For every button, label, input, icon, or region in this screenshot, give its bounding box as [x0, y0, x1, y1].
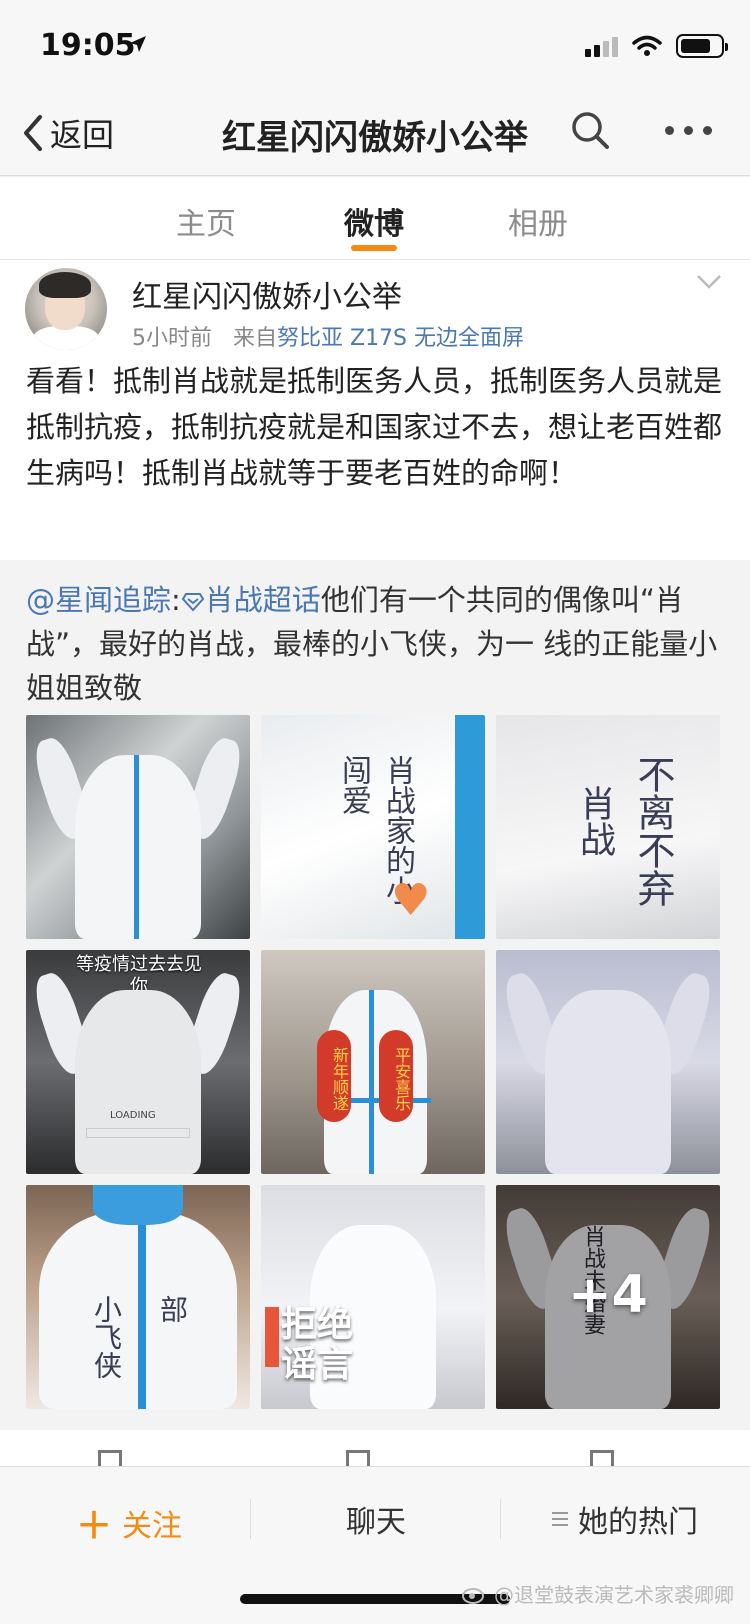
weibo-post: 红星闪闪傲娇小公举 5小时前 来自努比亚 Z17S 无边全面屏 看看！抵制肖战就…	[0, 260, 750, 560]
image-tag: 平安喜乐	[379, 1030, 413, 1122]
post-image-5[interactable]: 新年顺遂 平安喜乐	[261, 950, 485, 1174]
post-text: 看看！抵制肖战就是抵制医务人员，抵制医务人员就是抵制抗疫，抵制抗疫就是和国家过不…	[26, 364, 723, 490]
cellular-signal-icon	[585, 35, 618, 57]
topic-label: 肖战超话	[204, 583, 321, 617]
image-handwriting: 肖战	[574, 785, 615, 857]
post-image-2[interactable]: 肖战家的小闯爱 ♥	[261, 715, 485, 939]
watermark: @退堂鼓表演艺术家裘卿卿	[462, 1579, 734, 1608]
page-title: 红星闪闪傲娇小公举	[222, 118, 528, 158]
weibo-logo-icon	[462, 1587, 484, 1604]
topic-diamond-icon	[181, 593, 205, 612]
image-handwriting: 小飞侠	[90, 1295, 123, 1379]
chat-label: 聊天	[346, 1505, 406, 1540]
post-image-6[interactable]	[496, 950, 720, 1174]
repost-text: @星闻追踪: 肖战超话他们有一个共同的偶像叫“肖战”，最好的肖战，最棒的小飞侠，为…	[26, 578, 726, 710]
tab-home[interactable]: 主页	[176, 199, 236, 243]
watermark-text: @退堂鼓表演艺术家裘卿卿	[494, 1583, 734, 1607]
post-image-3[interactable]: 肖战 不离不弃	[496, 715, 720, 939]
image-tag: 新年顺遂	[317, 1030, 351, 1122]
post-user-name[interactable]: 红星闪闪傲娇小公举	[132, 272, 402, 316]
her-hot-posts-button[interactable]: 她的热门	[552, 1497, 698, 1541]
image-grid: 肖战家的小闯爱 ♥ 肖战 不离不弃 等疫情过去去见你 LOADING 新年顺遂 …	[26, 715, 726, 1409]
list-icon	[552, 1512, 568, 1526]
navigation-bar: 返回 红星闪闪傲娇小公举	[0, 90, 750, 176]
post-source[interactable]: 努比亚 Z17S 无边全面屏	[277, 326, 524, 351]
post-image-9[interactable]: 肖战未婚妻 +4	[496, 1185, 720, 1409]
tab-album[interactable]: 相册	[508, 199, 568, 243]
chevron-down-icon[interactable]	[696, 274, 722, 290]
heart-icon: ♥	[391, 875, 431, 926]
post-image-8[interactable]: 拒绝谣言	[261, 1185, 485, 1409]
more-images-count: +4	[568, 1265, 648, 1325]
status-time: 19:05	[40, 28, 136, 63]
loading-label: LOADING	[110, 1110, 156, 1121]
active-tab-indicator	[351, 245, 397, 251]
status-bar: 19:05	[0, 0, 750, 90]
post-from-prefix: 来自	[232, 326, 277, 351]
more-options-icon[interactable]	[665, 126, 712, 135]
follow-button[interactable]: ＋ 关注	[76, 1497, 182, 1549]
bottom-toolbar: ＋ 关注 聊天 她的热门 @退堂鼓表演艺术家裘卿卿	[0, 1466, 750, 1624]
profile-tabs: 主页 微博 相册	[0, 177, 750, 260]
avatar[interactable]	[25, 268, 107, 350]
status-indicators	[585, 34, 728, 58]
battery-icon	[676, 34, 728, 58]
repost-separator: :	[171, 583, 181, 617]
topic-link[interactable]: 肖战超话	[181, 583, 321, 617]
plus-icon: ＋	[76, 1506, 113, 1547]
divider	[250, 1499, 251, 1539]
hot-label: 她的热门	[578, 1505, 698, 1540]
post-time: 5小时前	[132, 326, 212, 351]
divider	[500, 1499, 501, 1539]
chat-button[interactable]: 聊天	[346, 1497, 406, 1541]
search-icon[interactable]	[570, 110, 610, 150]
repost-mention[interactable]: @星闻追踪	[26, 583, 171, 617]
image-handwriting: 部	[156, 1295, 189, 1323]
follow-label: 关注	[122, 1509, 183, 1544]
post-image-4[interactable]: 等疫情过去去见你 LOADING	[26, 950, 250, 1174]
post-image-1[interactable]	[26, 715, 250, 939]
reposted-content[interactable]: @星闻追踪: 肖战超话他们有一个共同的偶像叫“肖战”，最好的肖战，最棒的小飞侠，为…	[0, 560, 750, 1430]
post-image-7[interactable]: 小飞侠 部	[26, 1185, 250, 1409]
wifi-icon	[632, 35, 662, 56]
location-arrow-icon	[130, 36, 146, 52]
image-caption: 拒绝谣言	[281, 1304, 354, 1385]
post-meta: 5小时前 来自努比亚 Z17S 无边全面屏	[132, 320, 524, 352]
image-handwriting: 不离不弃	[631, 755, 675, 907]
post-action-bar	[0, 1430, 750, 1470]
tab-weibo[interactable]: 微博	[344, 199, 404, 243]
